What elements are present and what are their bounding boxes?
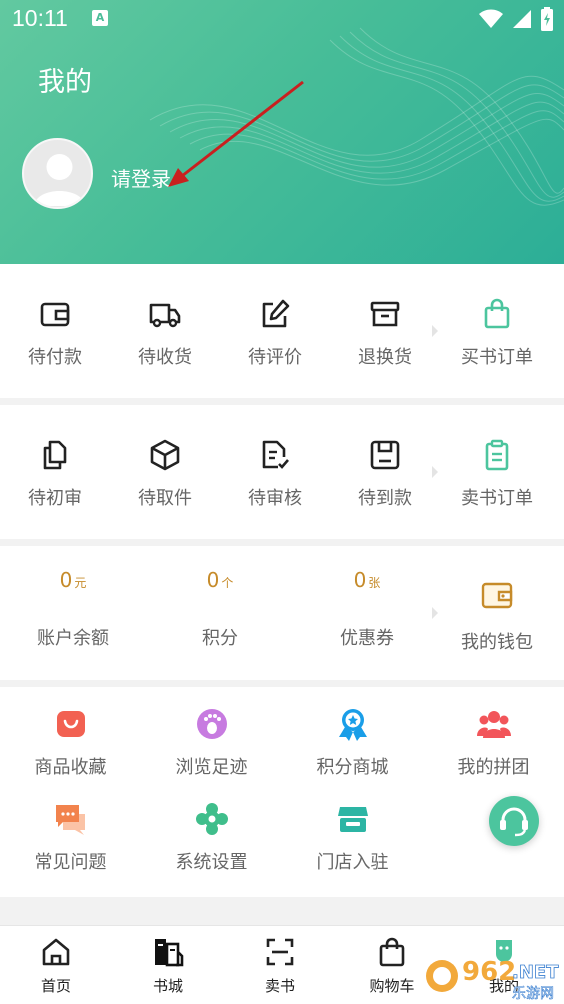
points[interactable]: 0个 积分	[155, 546, 285, 680]
asset-label: 账户余额	[37, 628, 109, 649]
tab-bookstore[interactable]: 书城	[112, 926, 224, 1004]
favorites-bag-icon	[56, 711, 85, 737]
order-label: 买书订单	[461, 347, 533, 368]
divider-arrow	[432, 405, 442, 539]
service-label: 我的拼团	[457, 757, 530, 778]
points-value: 0	[206, 568, 220, 592]
asset-label: 积分	[202, 628, 238, 649]
signal-icon	[513, 10, 531, 28]
order-label: 待评价	[248, 347, 302, 368]
coupons-value: 0	[353, 568, 367, 592]
service-favorites[interactable]: 商品收藏	[0, 687, 141, 782]
service-store-join[interactable]: 门店入驻	[282, 782, 423, 877]
footprint-icon	[196, 709, 227, 739]
service-label: 门店入驻	[316, 852, 389, 873]
headset-icon	[500, 807, 528, 837]
truck-icon	[149, 303, 181, 328]
notification-a-icon: A	[92, 10, 108, 26]
wallet-icon	[40, 302, 70, 327]
tab-label: 首页	[40, 977, 71, 995]
document-check-icon	[262, 440, 289, 469]
copy-icon	[43, 440, 67, 470]
cart-bag-icon	[379, 937, 405, 967]
order-returns[interactable]: 退换货	[330, 264, 440, 398]
store-icon	[337, 807, 368, 832]
divider-arrow	[432, 264, 442, 398]
sell-label: 待审核	[248, 488, 302, 509]
my-wallet[interactable]: 我的钱包	[442, 546, 552, 680]
sell-awaiting-payment[interactable]: 待到款	[330, 405, 440, 539]
battery-icon	[541, 7, 553, 31]
edit-icon	[262, 299, 290, 328]
services-card: 商品收藏 浏览足迹 积分商城 我的拼团 常见问题 系统设置 门店入驻	[0, 687, 564, 897]
order-label: 待收货	[138, 347, 192, 368]
shopping-bag-icon	[484, 298, 510, 329]
svg-text:.NET: .NET	[512, 962, 559, 983]
orders-card: 待付款 待收货 待评价 退换货 买书订单	[0, 264, 564, 398]
chat-bubbles-icon	[55, 805, 85, 835]
status-time: 10:11	[12, 5, 68, 31]
order-label: 退换货	[358, 347, 412, 368]
service-label: 浏览足迹	[175, 757, 248, 778]
wallet-label: 我的钱包	[461, 632, 533, 653]
group-icon	[476, 711, 511, 738]
service-faq[interactable]: 常见问题	[0, 782, 141, 877]
profile-header: 10:11 A 我的 请登录	[0, 0, 564, 264]
order-label: 待付款	[28, 347, 82, 368]
sell-label: 待取件	[138, 488, 192, 509]
coupons[interactable]: 0张 优惠券	[302, 546, 432, 680]
svg-text:962: 962	[462, 957, 516, 987]
account-balance[interactable]: 0元 账户余额	[8, 546, 138, 680]
sell-pickup[interactable]: 待取件	[110, 405, 220, 539]
svg-text:乐游网: 乐游网	[512, 986, 554, 1002]
sell-label: 待到款	[358, 488, 412, 509]
balance-value: 0	[59, 568, 73, 592]
sell-orders-card: 待初审 待取件 待审核 待到款 卖书订单	[0, 405, 564, 539]
sell-book-orders[interactable]: 卖书订单	[442, 405, 552, 539]
service-settings[interactable]: 系统设置	[141, 782, 282, 877]
tab-sell[interactable]: 卖书	[224, 926, 336, 1004]
service-label: 常见问题	[34, 852, 107, 873]
service-label: 积分商城	[316, 757, 389, 778]
service-history[interactable]: 浏览足迹	[141, 687, 282, 782]
avatar[interactable]	[22, 138, 93, 209]
asset-label: 优惠券	[340, 628, 394, 649]
wifi-icon	[479, 9, 503, 28]
return-box-icon	[370, 301, 400, 327]
service-label: 商品收藏	[34, 757, 107, 778]
coupons-unit: 张	[368, 576, 381, 590]
sell-label: 待初审	[28, 488, 82, 509]
assets-card: 0元 账户余额 0个 积分 0张 优惠券 我的钱包	[0, 546, 564, 680]
order-pending-delivery[interactable]: 待收货	[110, 264, 220, 398]
tab-home[interactable]: 首页	[0, 926, 112, 1004]
tab-label: 书城	[152, 977, 183, 995]
package-icon	[150, 439, 180, 471]
order-pending-payment[interactable]: 待付款	[0, 264, 110, 398]
tab-label: 卖书	[264, 977, 295, 995]
buy-book-orders[interactable]: 买书订单	[442, 264, 552, 398]
wallet-icon	[481, 582, 513, 609]
order-pending-review[interactable]: 待评价	[220, 264, 330, 398]
scan-icon	[266, 938, 294, 966]
flower-settings-icon	[195, 803, 228, 835]
save-icon	[370, 440, 400, 470]
customer-service-button[interactable]	[489, 796, 539, 846]
sell-label: 卖书订单	[461, 488, 533, 509]
red-arrow-annotation	[168, 80, 304, 187]
medal-icon	[338, 709, 367, 741]
sell-initial-review[interactable]: 待初审	[0, 405, 110, 539]
site-watermark-logo: 962 .NET 乐游网	[426, 957, 560, 1002]
divider-arrow	[432, 546, 442, 680]
sell-under-review[interactable]: 待审核	[220, 405, 330, 539]
service-label: 系统设置	[175, 852, 248, 873]
status-bar: 10:11 A	[0, 0, 564, 40]
points-unit: 个	[221, 576, 234, 590]
books-icon	[155, 939, 184, 967]
balance-unit: 元	[74, 576, 87, 590]
home-icon	[42, 938, 70, 966]
service-group-buy[interactable]: 我的拼团	[423, 687, 564, 782]
service-points-mall[interactable]: 积分商城	[282, 687, 423, 782]
page-title: 我的	[38, 67, 92, 98]
clipboard-icon	[485, 439, 509, 471]
